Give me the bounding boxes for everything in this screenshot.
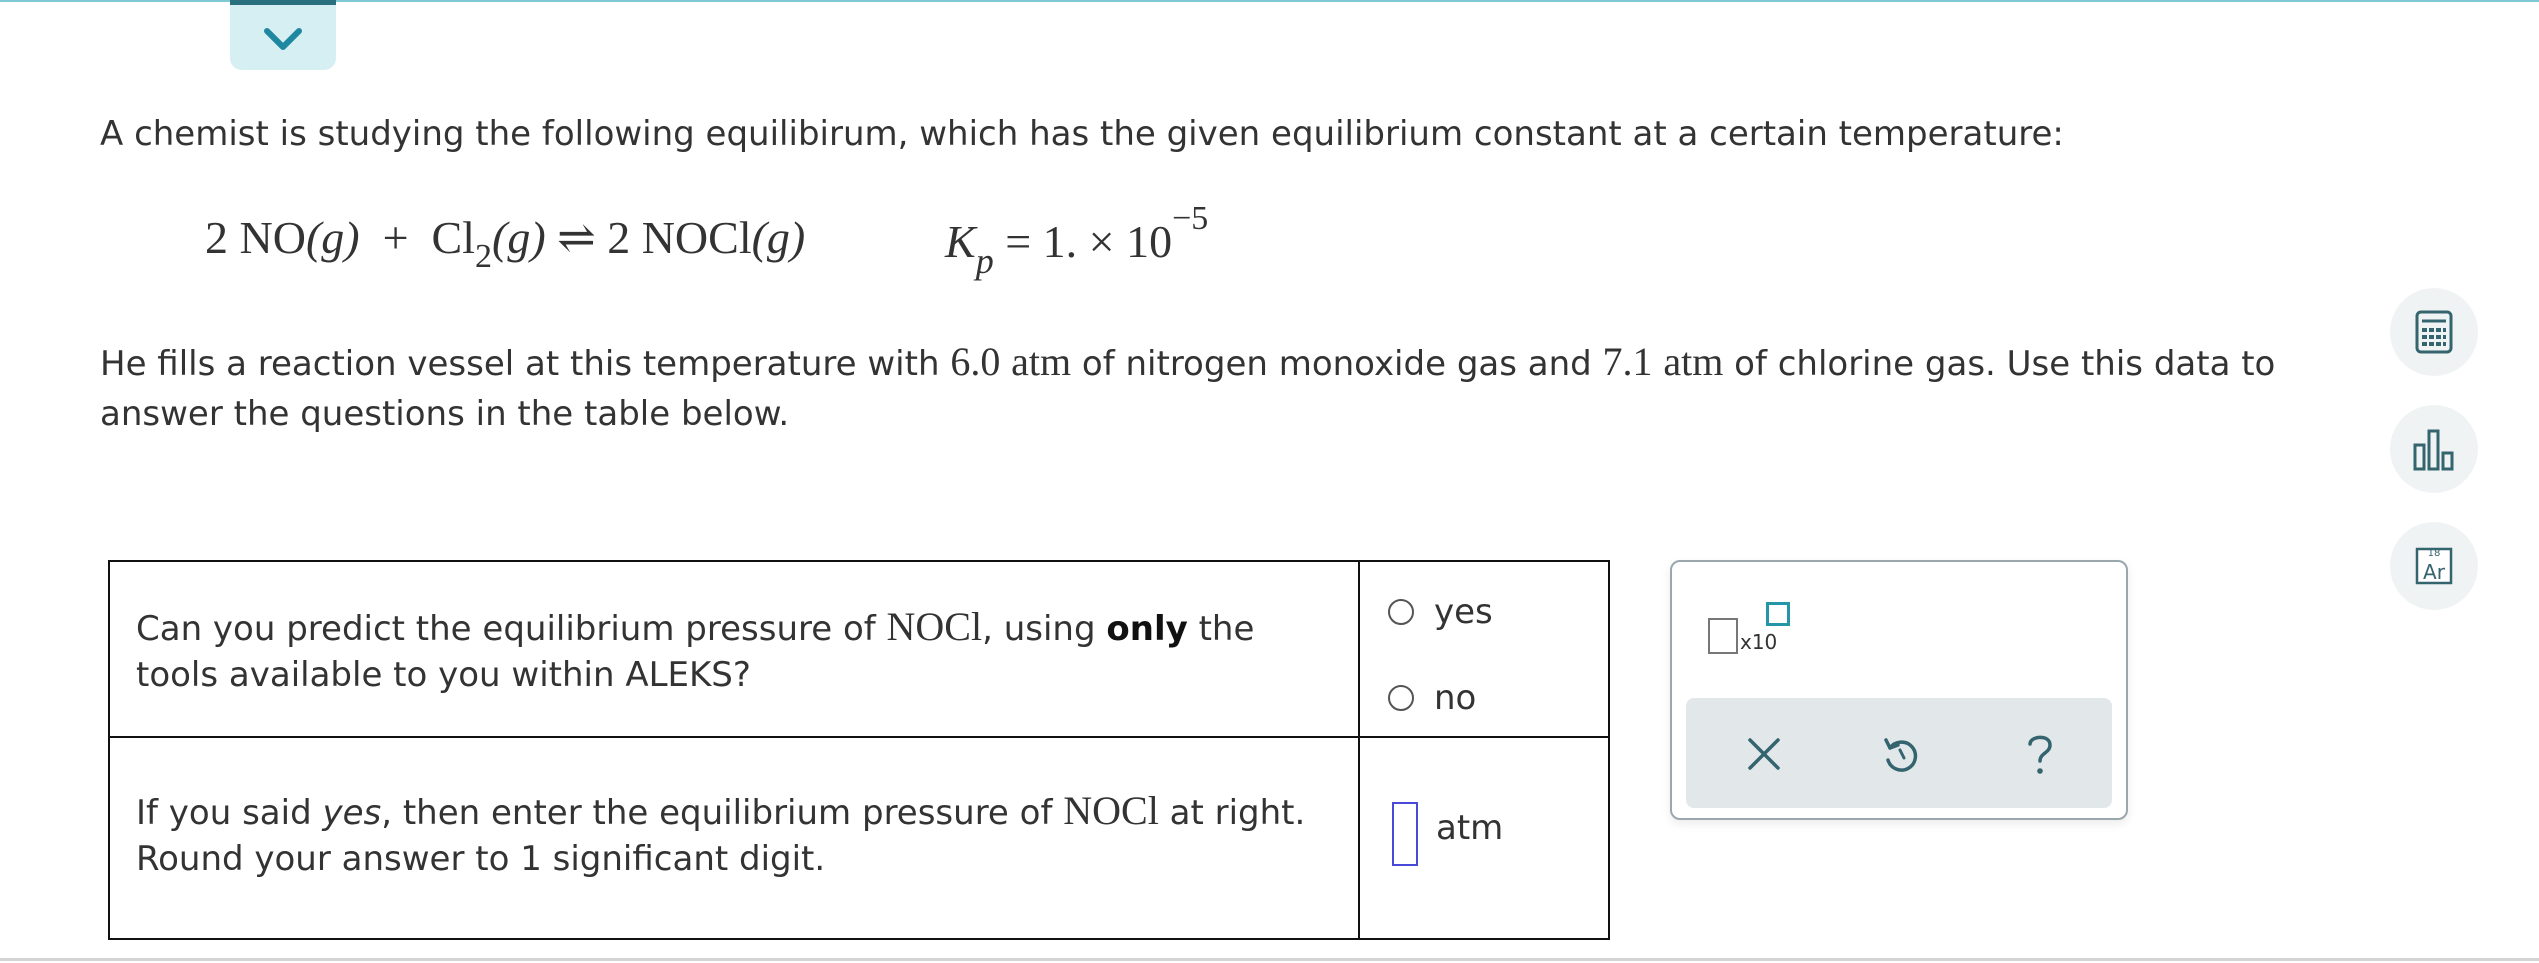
top-divider — [0, 0, 2539, 2]
equilibrium-constant: Kp = 1. × 10−5 — [945, 200, 1208, 282]
coefficient: 2 — [205, 212, 228, 263]
emphasis-text: only — [1106, 609, 1188, 649]
problem-intro: A chemist is studying the following equi… — [100, 114, 2064, 154]
data-chart-button[interactable] — [2390, 405, 2478, 493]
page: A chemist is studying the following equi… — [0, 0, 2539, 963]
calculator-icon — [2415, 310, 2453, 354]
bottom-divider — [0, 958, 2539, 961]
undo-icon — [1884, 738, 1918, 772]
help-button[interactable] — [2012, 726, 2068, 782]
calculator-button[interactable] — [2390, 288, 2478, 376]
emphasis-text: yes — [322, 793, 382, 833]
question-text: If you said yes, then enter the equilibr… — [136, 788, 1336, 882]
undo-button[interactable] — [1872, 726, 1928, 782]
radio-yes[interactable]: yes — [1388, 592, 1493, 632]
question-fragment: Can you predict the equilibrium pressure… — [136, 609, 887, 649]
pressure-unit: atm — [1663, 339, 1724, 384]
reactant-formula: NO — [239, 212, 306, 263]
subscript: 2 — [475, 238, 493, 275]
equilibrium-arrow: ⇌ — [557, 212, 596, 263]
chemical-equation: 2 NO(g) + Cl2(g) ⇌ 2 NOCl(g) — [205, 210, 805, 280]
para-text: of nitrogen monoxide gas and — [1071, 344, 1603, 384]
question-table: Can you predict the equilibrium pressure… — [108, 560, 1610, 940]
question-text: Can you predict the equilibrium pressure… — [136, 604, 1336, 698]
question-fragment: , using — [982, 609, 1107, 649]
answer-unit: atm — [1436, 808, 1504, 848]
kp-symbol: K — [945, 216, 976, 267]
reactant-formula: Cl — [431, 212, 476, 263]
kp-exponent: −5 — [1172, 200, 1209, 237]
question-fragment: , then enter the equilibrium pressure of — [381, 793, 1064, 833]
pressure-unit: atm — [1011, 339, 1072, 384]
table-row: Can you predict the equilibrium pressure… — [110, 562, 1608, 738]
question-mark-icon — [2028, 735, 2052, 774]
radio-label[interactable]: yes — [1434, 592, 1493, 632]
plus-sign: + — [382, 212, 409, 263]
answer-tools-panel: x10 — [1670, 560, 2128, 820]
bar-chart-icon — [2413, 429, 2454, 471]
state-label: (g) — [305, 212, 360, 263]
table-row: If you said yes, then enter the equilibr… — [110, 738, 1608, 938]
clear-button[interactable] — [1736, 726, 1792, 782]
problem-data-paragraph: He fills a reaction vessel at this tempe… — [100, 337, 2300, 439]
periodic-symbol: Ar — [2423, 560, 2445, 584]
chevron-down-icon — [264, 27, 302, 50]
question-fragment: If you said — [136, 793, 323, 833]
species-formula: NOCl — [1063, 788, 1159, 833]
coefficient: 2 — [607, 212, 631, 263]
pressure-value: 7.1 — [1602, 339, 1653, 384]
product-formula: NOCl — [641, 212, 752, 263]
periodic-table-button[interactable]: 18 Ar — [2390, 522, 2478, 610]
x10-label: x10 — [1740, 630, 1778, 654]
mantissa-box-icon — [1708, 618, 1738, 654]
scientific-notation-button[interactable]: x10 — [1708, 602, 1804, 662]
state-label: (g) — [492, 212, 546, 263]
radio-no[interactable]: no — [1388, 678, 1476, 718]
action-bar — [1686, 698, 2112, 808]
question-cell: Can you predict the equilibrium pressure… — [110, 562, 1360, 736]
species-formula: NOCl — [886, 604, 983, 649]
pressure-value: 6.0 — [950, 339, 1001, 384]
state-label: (g) — [751, 212, 806, 263]
close-icon — [1748, 738, 1780, 770]
radio-label[interactable]: no — [1434, 678, 1476, 718]
kp-value: = 1. × 10 — [1005, 216, 1173, 267]
radio-circle-icon[interactable] — [1388, 685, 1414, 711]
pressure-answer-input[interactable] — [1392, 802, 1418, 866]
question-cell: If you said yes, then enter the equilibr… — [110, 738, 1360, 938]
radio-circle-icon[interactable] — [1388, 599, 1414, 625]
exponent-box-icon — [1766, 602, 1790, 626]
kp-subscript: p — [975, 241, 994, 281]
periodic-number: 18 — [2427, 548, 2441, 559]
para-text: He fills a reaction vessel at this tempe… — [100, 344, 951, 384]
collapse-tab[interactable] — [230, 0, 336, 70]
